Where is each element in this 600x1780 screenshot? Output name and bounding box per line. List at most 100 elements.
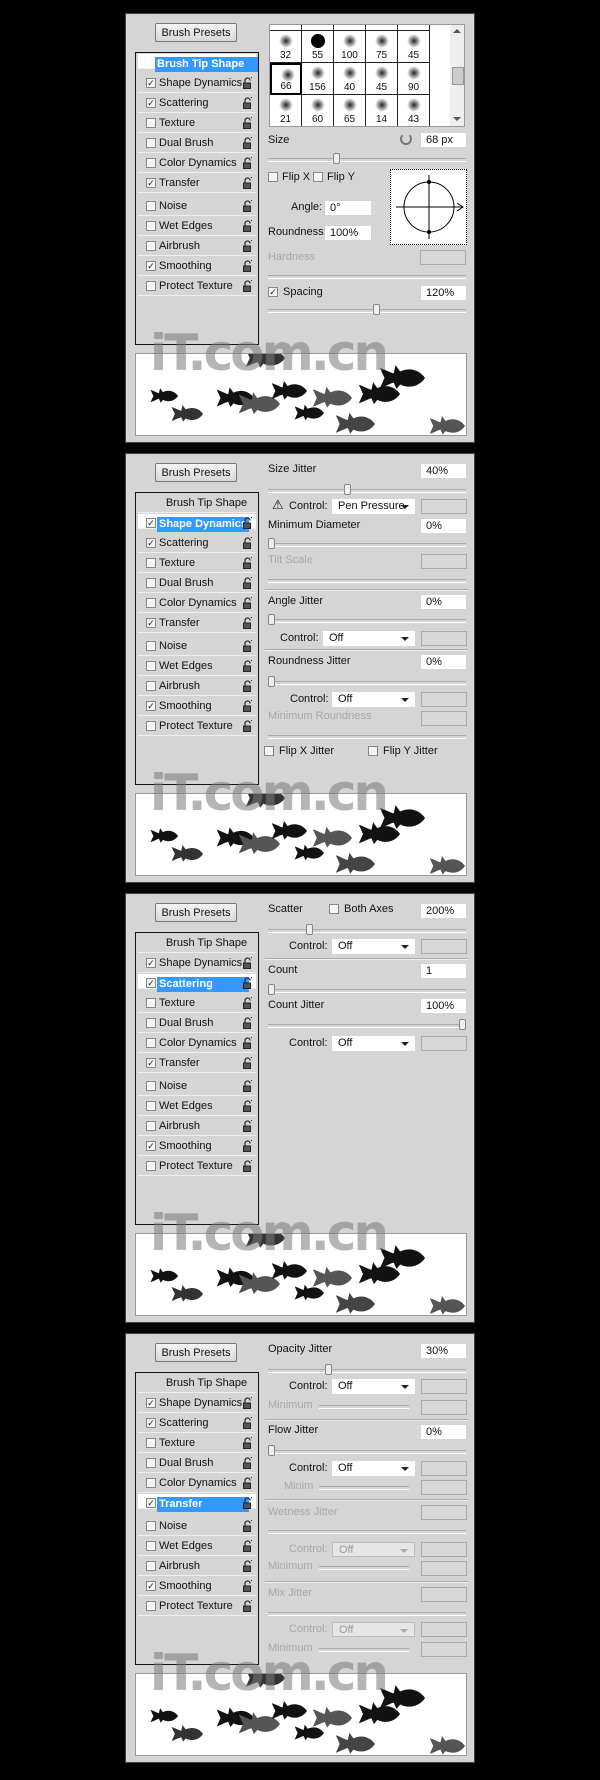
- lock-icon[interactable]: [243, 1056, 253, 1069]
- option-airbrush[interactable]: Airbrush: [138, 1117, 256, 1136]
- lock-icon[interactable]: [243, 1539, 253, 1552]
- lock-icon[interactable]: [243, 639, 253, 652]
- option-checkbox[interactable]: ✓: [146, 518, 156, 528]
- option-checkbox[interactable]: [146, 1458, 156, 1468]
- option-brush-tip-shape[interactable]: Brush Tip Shape: [138, 54, 258, 72]
- option-texture[interactable]: Texture: [138, 1434, 256, 1453]
- brush-tip-grid[interactable]: 32 55 100 75 45 66 156 40 45 90 21 60 65 14 43: [269, 24, 465, 127]
- brush-tip[interactable]: [334, 25, 366, 31]
- option-checkbox[interactable]: [146, 1018, 156, 1028]
- option-smoothing[interactable]: ✓ Smoothing: [138, 1577, 256, 1596]
- brush-tip[interactable]: 32: [270, 31, 302, 63]
- both-axes-checkbox[interactable]: [329, 904, 339, 914]
- slider-thumb[interactable]: [268, 984, 275, 995]
- size-slider[interactable]: [268, 153, 466, 164]
- option-dual-brush[interactable]: Dual Brush: [138, 134, 256, 153]
- option-airbrush[interactable]: Airbrush: [138, 677, 256, 696]
- slider[interactable]: [268, 484, 466, 495]
- lock-icon[interactable]: [243, 1139, 253, 1152]
- option-checkbox[interactable]: ✓: [146, 1418, 156, 1428]
- slider[interactable]: [268, 538, 466, 549]
- lock-icon[interactable]: [243, 556, 253, 569]
- lock-icon[interactable]: [243, 996, 253, 1009]
- option-checkbox[interactable]: [146, 1161, 156, 1171]
- lock-icon[interactable]: [243, 259, 253, 272]
- slider[interactable]: [268, 614, 466, 625]
- slider[interactable]: [268, 924, 466, 935]
- lock-icon[interactable]: [243, 136, 253, 149]
- option-checkbox[interactable]: ✓: [146, 1398, 156, 1408]
- option-noise[interactable]: Noise: [138, 1517, 256, 1536]
- option-checkbox[interactable]: [146, 1038, 156, 1048]
- undefined[interactable]: 200%: [421, 904, 466, 918]
- option-noise[interactable]: Noise: [138, 1077, 256, 1096]
- brush-presets-button[interactable]: Brush Presets: [155, 1343, 237, 1362]
- lock-icon[interactable]: [243, 176, 253, 189]
- lock-icon[interactable]: [243, 1456, 253, 1469]
- option-checkbox[interactable]: [146, 1081, 156, 1091]
- spacing-input[interactable]: 120%: [421, 286, 466, 300]
- option-transfer[interactable]: ✓ Transfer: [138, 1494, 256, 1512]
- option-checkbox[interactable]: ✓: [146, 538, 156, 548]
- slider-thumb[interactable]: [333, 153, 340, 164]
- lock-icon[interactable]: [243, 1119, 253, 1132]
- option-wet-edges[interactable]: Wet Edges: [138, 657, 256, 676]
- brush-tip[interactable]: 156: [302, 63, 334, 95]
- lock-icon[interactable]: [243, 719, 253, 732]
- brush-tip[interactable]: 55: [302, 31, 334, 63]
- slider-thumb[interactable]: [306, 924, 313, 935]
- lock-icon[interactable]: [243, 199, 253, 212]
- option-checkbox[interactable]: [146, 281, 156, 291]
- option-smoothing[interactable]: ✓ Smoothing: [138, 697, 256, 716]
- option-checkbox[interactable]: ✓: [146, 958, 156, 968]
- option-smoothing[interactable]: ✓ Smoothing: [138, 257, 256, 276]
- option-checkbox[interactable]: [146, 641, 156, 651]
- slider[interactable]: [268, 1364, 466, 1375]
- brush-angle-diagram[interactable]: [391, 170, 466, 244]
- option-checkbox[interactable]: [146, 681, 156, 691]
- option-checkbox[interactable]: ✓: [146, 618, 156, 628]
- option-shape-dynamics[interactable]: ✓ Shape Dynamics: [138, 514, 256, 532]
- option-checkbox[interactable]: [146, 1478, 156, 1488]
- option-scattering[interactable]: ✓ Scattering: [138, 534, 256, 553]
- option-checkbox[interactable]: ✓: [146, 1058, 156, 1068]
- flip-x-checkbox[interactable]: [268, 172, 278, 182]
- option-brush-tip-shape[interactable]: Brush Tip Shape: [138, 494, 256, 513]
- lock-icon[interactable]: [243, 1579, 253, 1592]
- option-checkbox[interactable]: [146, 138, 156, 148]
- option-shape-dynamics[interactable]: ✓ Shape Dynamics: [138, 74, 256, 93]
- spacing-checkbox[interactable]: ✓: [268, 287, 278, 297]
- slider[interactable]: [268, 984, 466, 995]
- option-checkbox[interactable]: ✓: [146, 1581, 156, 1591]
- scroll-thumb[interactable]: [452, 67, 464, 85]
- option-checkbox[interactable]: [146, 998, 156, 1008]
- slider[interactable]: [268, 1445, 466, 1456]
- lock-icon[interactable]: [243, 659, 253, 672]
- undefined[interactable]: 0%: [421, 1425, 466, 1439]
- undefined[interactable]: 40%: [421, 464, 466, 478]
- option-checkbox[interactable]: ✓: [146, 701, 156, 711]
- option-shape-dynamics[interactable]: ✓ Shape Dynamics: [138, 954, 256, 973]
- undefined[interactable]: 30%: [421, 1344, 466, 1358]
- lock-icon[interactable]: [243, 616, 253, 629]
- lock-icon[interactable]: [243, 956, 253, 969]
- lock-icon[interactable]: [243, 156, 253, 169]
- brush-tip[interactable]: 65: [334, 95, 366, 126]
- option-checkbox[interactable]: ✓: [146, 78, 156, 88]
- option-checkbox[interactable]: [146, 1101, 156, 1111]
- slider-thumb[interactable]: [268, 1445, 275, 1456]
- option-noise[interactable]: Noise: [138, 197, 256, 216]
- option-dual-brush[interactable]: Dual Brush: [138, 1014, 256, 1033]
- brush-tip[interactable]: [302, 25, 334, 31]
- brush-tip[interactable]: 43: [398, 95, 430, 126]
- option-checkbox[interactable]: [146, 118, 156, 128]
- flip-x-jitter-checkbox[interactable]: [264, 746, 274, 756]
- control-select[interactable]: Off: [323, 631, 415, 646]
- lock-icon[interactable]: [243, 116, 253, 129]
- option-color-dynamics[interactable]: Color Dynamics: [138, 1034, 256, 1053]
- lock-icon[interactable]: [243, 1036, 253, 1049]
- option-transfer[interactable]: ✓ Transfer: [138, 1054, 256, 1073]
- option-transfer[interactable]: ✓ Transfer: [138, 614, 256, 633]
- option-scattering[interactable]: ✓ Scattering: [138, 94, 256, 113]
- brush-tip[interactable]: [366, 25, 398, 31]
